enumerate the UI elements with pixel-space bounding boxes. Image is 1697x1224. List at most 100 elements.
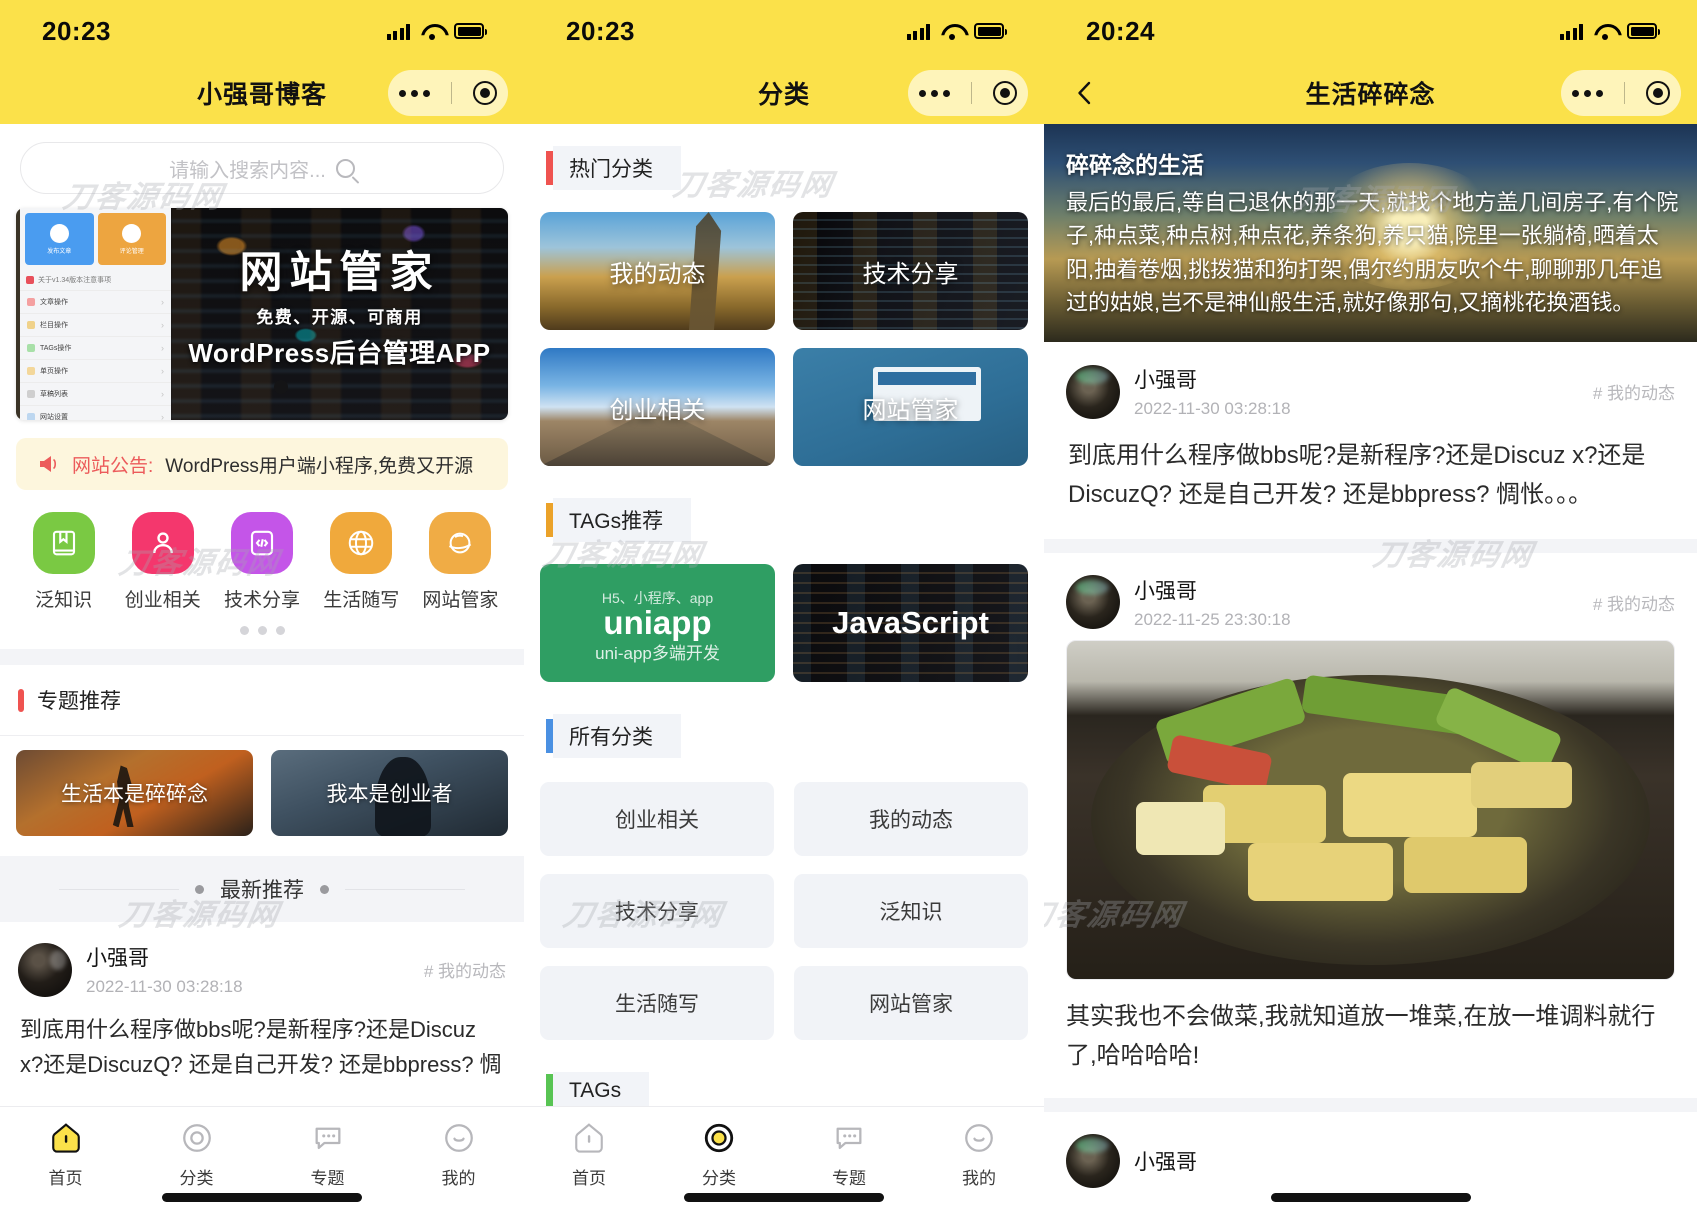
- post-header: 小强哥 2022-11-30 03:28:18 # 我的动态: [18, 942, 506, 997]
- speaker-icon: [26, 276, 34, 284]
- category-card[interactable]: 网站管家: [793, 348, 1028, 466]
- category-label: 技术分享: [863, 254, 959, 289]
- search-input[interactable]: 请输入搜索内容...: [20, 142, 504, 194]
- section-title: 专题推荐: [37, 685, 121, 715]
- post-card[interactable]: 小强哥 2022-11-30 03:28:18 # 我的动态 到底用什么程序做b…: [1044, 342, 1697, 539]
- capsule-divider: [1624, 82, 1625, 104]
- battery-icon: [974, 23, 1004, 39]
- megaphone-icon: [38, 455, 60, 473]
- banner-row: 栏目操作›: [20, 313, 171, 336]
- miniprogram-capsule[interactable]: [908, 70, 1028, 116]
- status-bar: 20:23: [524, 0, 1044, 62]
- battery-icon: [1627, 23, 1657, 39]
- more-icon[interactable]: [919, 90, 950, 97]
- banner-row: 文章操作›: [20, 290, 171, 313]
- tag-card-javascript[interactable]: JavaScript: [793, 564, 1028, 682]
- miniprogram-capsule[interactable]: [1561, 70, 1681, 116]
- post-meta: 小强哥 2022-11-30 03:28:18: [1134, 364, 1291, 419]
- section-header-all: 所有分类: [524, 692, 1044, 766]
- banner-row: TAGs操作›: [20, 336, 171, 359]
- category-chip[interactable]: 泛知识: [794, 874, 1028, 948]
- category-card[interactable]: 技术分享: [793, 212, 1028, 330]
- category-chip[interactable]: 创业相关: [540, 782, 774, 856]
- quicknav-item-fanzhishi[interactable]: 泛知识: [14, 512, 113, 612]
- close-target-icon[interactable]: [473, 81, 497, 105]
- tab-home[interactable]: 首页: [0, 1121, 131, 1189]
- home-indicator: [684, 1193, 884, 1202]
- tab-label: 分类: [180, 1164, 214, 1189]
- tab-profile[interactable]: 我的: [914, 1121, 1044, 1189]
- category-chip[interactable]: 我的动态: [794, 782, 1028, 856]
- topic-hero: 碎碎念的生活 最后的最后,等自己退休的那一天,就找个地方盖几间房子,有个院子,种…: [1044, 124, 1697, 342]
- wifi-icon: [1594, 23, 1616, 40]
- close-target-icon[interactable]: [993, 81, 1017, 105]
- quicknav-item-jishu[interactable]: 技术分享: [212, 512, 311, 612]
- home-icon: [572, 1121, 606, 1155]
- tag-label: uniapp: [603, 604, 711, 642]
- tab-category[interactable]: 分类: [654, 1121, 784, 1189]
- quicknav-item-shenghuo[interactable]: 生活随写: [312, 512, 411, 612]
- avatar[interactable]: [1066, 1134, 1120, 1188]
- bullet-dot: [195, 885, 204, 894]
- tab-topic[interactable]: 专题: [784, 1121, 914, 1189]
- plus-icon: [50, 224, 69, 243]
- tag-card-uniapp[interactable]: H5、小程序、app uniapp uni-app多端开发: [540, 564, 775, 682]
- section-gap: [0, 649, 524, 665]
- divider-line: [59, 889, 179, 890]
- post-meta: 小强哥 2022-11-25 23:30:18: [1134, 575, 1291, 630]
- divider-line: [345, 889, 465, 890]
- post-header: 小强哥 2022-11-30 03:28:18 # 我的动态: [1066, 364, 1675, 419]
- section-header-hot: 热门分类: [524, 124, 1044, 198]
- panel-home: 20:23 小强哥博客 请输入搜索内容...: [0, 0, 524, 1224]
- post-separator: [1044, 1098, 1697, 1112]
- more-icon[interactable]: [1572, 90, 1603, 97]
- section-title: 热门分类: [553, 146, 681, 190]
- post-card[interactable]: 小强哥 2022-11-25 23:30:18 # 我的动态: [1044, 553, 1697, 630]
- post-card[interactable]: 小强哥: [1044, 1112, 1697, 1188]
- tab-topic[interactable]: 专题: [262, 1121, 393, 1189]
- tab-category[interactable]: 分类: [131, 1121, 262, 1189]
- quicknav-item-guanjia[interactable]: 网站管家: [411, 512, 510, 612]
- section-accent-bar: [18, 689, 24, 712]
- post-tag[interactable]: # 我的动态: [1593, 590, 1675, 615]
- topic-card[interactable]: 生活本是碎碎念: [16, 750, 253, 836]
- topic-card[interactable]: 我本是创业者: [271, 750, 508, 836]
- post-time: 2022-11-30 03:28:18: [1134, 399, 1291, 419]
- carousel-dots[interactable]: [0, 620, 524, 649]
- user-icon: [132, 512, 194, 574]
- banner-row: 草稿列表›: [20, 382, 171, 405]
- category-chip[interactable]: 生活随写: [540, 966, 774, 1040]
- post-body: 其实我也不会做菜,我就知道放一堆菜,在放一堆调料就行了,哈哈哈哈!: [1044, 980, 1697, 1098]
- avatar[interactable]: [1066, 575, 1120, 629]
- quicknav-item-chuangye[interactable]: 创业相关: [113, 512, 212, 612]
- post-tag[interactable]: # 我的动态: [424, 957, 506, 982]
- banner-tile-comments: 评论管理: [98, 213, 167, 265]
- category-card[interactable]: 我的动态: [540, 212, 775, 330]
- topic-label: 生活本是碎碎念: [61, 778, 208, 808]
- post-author: 小强哥: [1134, 1146, 1197, 1176]
- more-icon[interactable]: [399, 90, 430, 97]
- category-card[interactable]: 创业相关: [540, 348, 775, 466]
- post-header: 小强哥 2022-11-25 23:30:18 # 我的动态: [1066, 575, 1675, 630]
- post-tag[interactable]: # 我的动态: [1593, 379, 1675, 404]
- post-image[interactable]: [1066, 640, 1675, 980]
- code-icon: [231, 512, 293, 574]
- tab-profile[interactable]: 我的: [393, 1121, 524, 1189]
- home-banner[interactable]: 发布文章 评论管理 关于v1.34版本注意事项 文章操作› 栏目操作› TAGs…: [16, 208, 508, 420]
- signal-icon: [1560, 23, 1584, 40]
- panel-category: 20:23 分类 热门分类 我的动态 技术分享 创业相关 网站管家: [524, 0, 1044, 1224]
- profile-icon: [442, 1121, 476, 1155]
- banner-artwork-right: 网站管家 免费、开源、可商用 WordPress后台管理APP: [171, 208, 508, 420]
- avatar[interactable]: [18, 943, 72, 997]
- tab-home[interactable]: 首页: [524, 1121, 654, 1189]
- category-chip[interactable]: 网站管家: [794, 966, 1028, 1040]
- miniprogram-capsule[interactable]: [388, 70, 508, 116]
- announcement-bar[interactable]: 网站公告: WordPress用户端小程序,免费又开源: [16, 438, 508, 490]
- close-target-icon[interactable]: [1646, 81, 1670, 105]
- category-chip[interactable]: 技术分享: [540, 874, 774, 948]
- post-card[interactable]: 小强哥 2022-11-30 03:28:18 # 我的动态 到底用什么程序做b…: [0, 922, 524, 1083]
- search-icon[interactable]: [336, 159, 355, 178]
- avatar[interactable]: [1066, 365, 1120, 419]
- profile-icon: [962, 1121, 996, 1155]
- section-title: 所有分类: [553, 714, 681, 758]
